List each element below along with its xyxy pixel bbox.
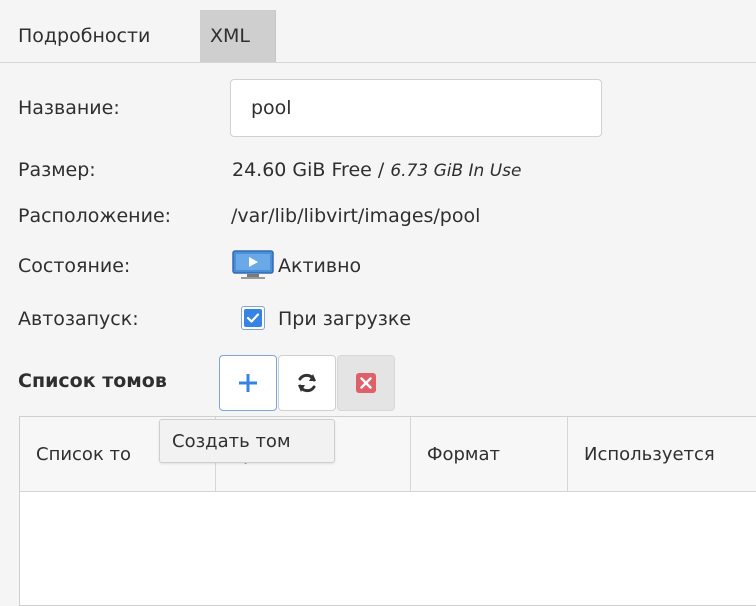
checkmark-icon <box>244 309 262 327</box>
autostart-option-label: При загрузке <box>278 308 412 330</box>
refresh-icon <box>298 373 316 393</box>
column-header-used-by[interactable]: Используется <box>568 417 756 491</box>
monitor-play-icon <box>232 250 274 279</box>
tab-xml-label: XML <box>210 25 250 47</box>
column-header-format[interactable]: Формат <box>411 417 568 491</box>
autostart-checkbox[interactable] <box>241 306 265 330</box>
state-label: Состояние: <box>18 255 131 277</box>
location-label: Расположение: <box>18 205 172 227</box>
table-header: Список то ер Формат Используется <box>20 417 756 492</box>
size-free: 24.60 GiB Free <box>232 159 372 181</box>
size-in-use: 6.73 GiB In Use <box>390 161 522 181</box>
tab-xml[interactable]: XML <box>200 10 276 62</box>
plus-icon <box>239 374 257 392</box>
name-label: Название: <box>18 97 120 119</box>
volumes-table: Список то ер Формат Используется <box>19 416 756 606</box>
tab-bar: Подробности XML <box>0 10 756 63</box>
volumes-title: Список томов <box>18 370 167 392</box>
size-separator: / <box>371 159 391 181</box>
state-value: Активно <box>278 255 362 277</box>
tooltip-create-volume: Создать том <box>159 419 335 463</box>
add-volume-button[interactable] <box>219 355 277 411</box>
size-value: 24.60 GiB Free / 6.73 GiB In Use <box>232 161 521 180</box>
size-label: Размер: <box>18 159 96 181</box>
tab-details[interactable]: Подробности <box>0 10 200 62</box>
location-value: /var/lib/libvirt/images/pool <box>231 205 481 227</box>
tab-details-label: Подробности <box>18 25 151 47</box>
delete-volume-button[interactable] <box>337 355 395 411</box>
name-input[interactable] <box>230 79 602 137</box>
refresh-button[interactable] <box>278 355 336 411</box>
autostart-label: Автозапуск: <box>18 308 139 330</box>
close-icon <box>356 373 376 393</box>
